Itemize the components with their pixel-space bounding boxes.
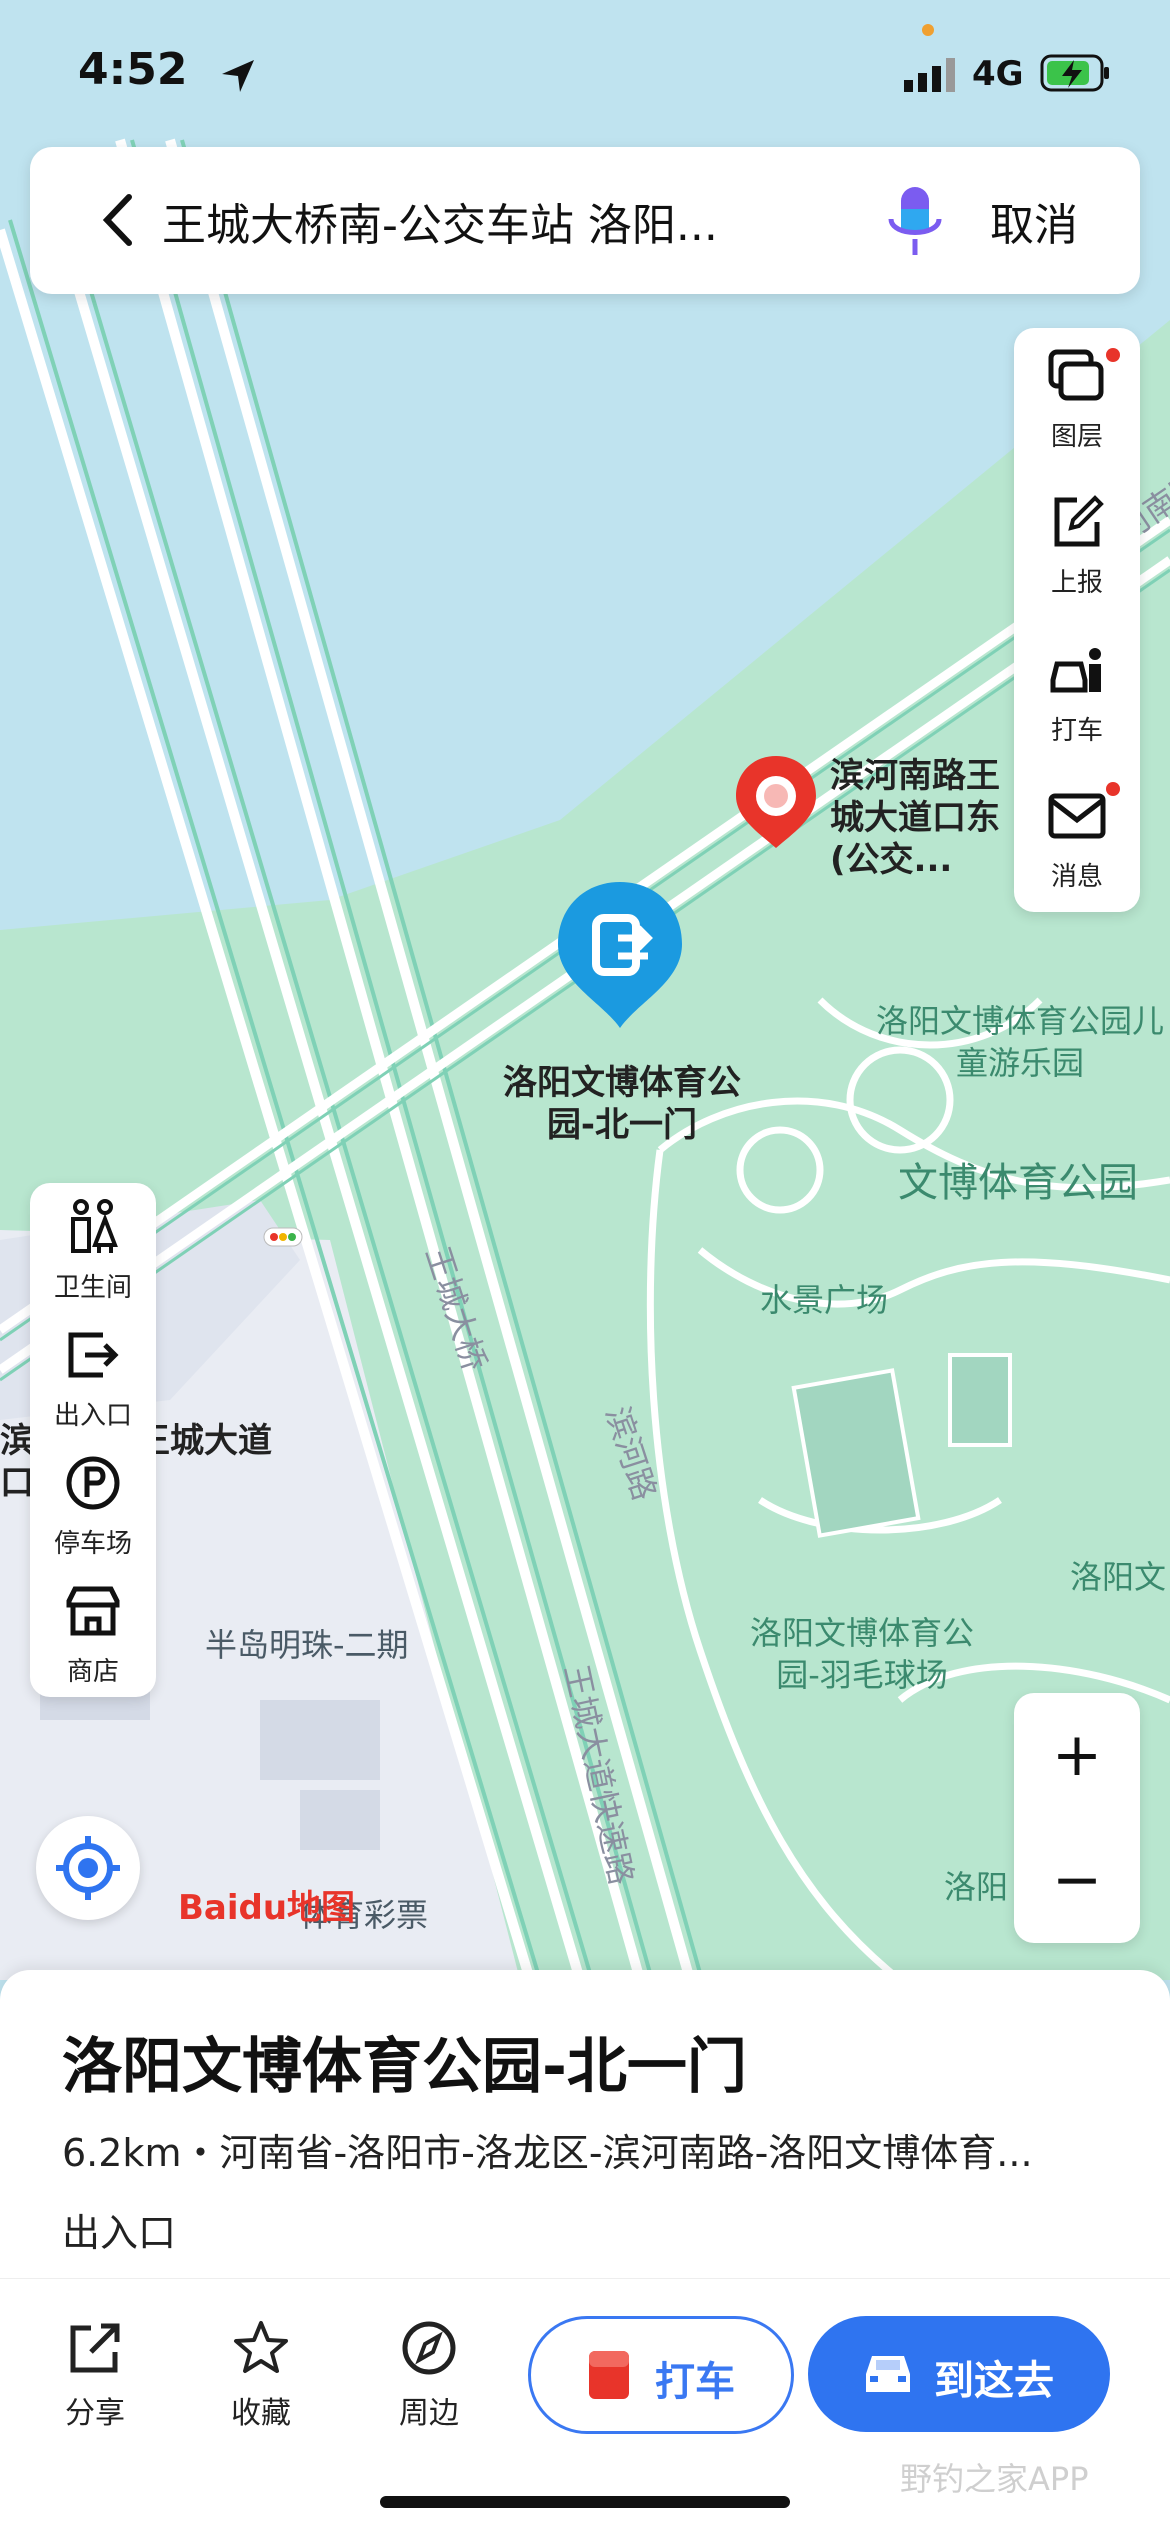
place-title: 洛阳文博体育公园-北一门 — [62, 2032, 747, 2102]
zoom-out-button[interactable]: − — [1014, 1818, 1140, 1943]
share-icon — [70, 2323, 120, 2373]
place-category: 出入口 — [62, 2211, 177, 2255]
search-bar[interactable]: 王城大桥南-公交车站 洛阳... 取消 — [30, 147, 1140, 294]
store-label: 商店 — [66, 1657, 119, 1687]
southeast-label: 洛阳 — [944, 1868, 1009, 1906]
layers-button[interactable]: 图层 — [1014, 328, 1140, 468]
signal-icon — [904, 58, 955, 92]
cancel-button[interactable]: 取消 — [990, 189, 1078, 253]
baidu-logo-text: Baidu地图 — [178, 1888, 356, 1928]
zoom-in-button[interactable]: + — [1014, 1693, 1140, 1818]
crosshair-locate-icon — [56, 1836, 120, 1900]
left-toolbar: 卫生间 出入口 停车场 商店 — [30, 1183, 156, 1697]
microphone-icon[interactable] — [885, 183, 945, 261]
taxi-button[interactable]: 打车 — [528, 2316, 794, 2434]
park-label: 文博体育公园 — [898, 1160, 1138, 1206]
restroom-label: 卫生间 — [53, 1273, 132, 1303]
nearby-button[interactable]: 周边 — [374, 2318, 484, 2432]
report-button[interactable]: 上报 — [1014, 474, 1140, 614]
red-envelope-icon — [589, 2351, 629, 2399]
restroom-button[interactable]: 卫生间 — [30, 1183, 156, 1311]
report-edit-icon — [1054, 495, 1104, 547]
exit-label: 出入口 — [53, 1401, 132, 1431]
layers-icon — [1048, 349, 1104, 401]
badminton-label: 洛阳文博体育公园-羽毛球场 — [749, 1614, 974, 1694]
water-square-label: 水景广场 — [760, 1281, 889, 1319]
parking-label: 停车场 — [53, 1529, 132, 1559]
orange-dot-indicator — [922, 24, 934, 36]
search-query[interactable]: 王城大桥南-公交车站 洛阳... — [162, 189, 842, 253]
mail-icon — [1048, 793, 1106, 839]
favorite-button[interactable]: 收藏 — [206, 2318, 316, 2432]
nearby-label: 周边 — [399, 2396, 459, 2431]
parking-icon — [66, 1456, 120, 1510]
bus-stop-east-label: 滨河南路王城大道口东(公交... — [830, 756, 1000, 880]
store-button[interactable]: 商店 — [30, 1567, 156, 1695]
selected-poi-label: 洛阳文博体育公园-北一门 — [503, 1063, 741, 1145]
favorite-label: 收藏 — [231, 2396, 291, 2431]
selected-entrance-marker-icon[interactable] — [552, 878, 688, 1038]
taxi-person-icon — [1050, 648, 1101, 693]
bus-stop-marker-icon[interactable] — [732, 752, 820, 852]
east-edge-label: 洛阳文 — [1070, 1558, 1167, 1596]
exit-button[interactable]: 出入口 — [30, 1311, 156, 1439]
exit-icon — [68, 1332, 119, 1378]
go-here-button[interactable]: 到这去 — [808, 2316, 1110, 2432]
messages-notification-dot — [1106, 782, 1120, 796]
report-label: 上报 — [1050, 568, 1103, 598]
go-here-label: 到这去 — [934, 2358, 1054, 2404]
locate-me-button[interactable] — [36, 1816, 140, 1920]
layers-notification-dot — [1106, 348, 1120, 362]
messages-label: 消息 — [1050, 862, 1103, 892]
taxi-button-label: 打车 — [655, 2359, 735, 2405]
compass-icon — [402, 2321, 456, 2375]
status-time: 4:52 — [78, 44, 188, 95]
right-toolbar: 图层 上报 打车 消息 — [1014, 328, 1140, 912]
kids-park-label: 洛阳文博体育公园儿童游乐园 — [875, 1002, 1164, 1082]
share-button[interactable]: 分享 — [40, 2318, 150, 2432]
network-type: 4G — [972, 54, 1024, 94]
home-indicator[interactable] — [380, 2496, 790, 2508]
zoom-controls: + − — [1014, 1693, 1140, 1943]
back-chevron-icon[interactable] — [85, 185, 155, 255]
share-label: 分享 — [65, 2396, 125, 2431]
location-arrow-icon — [222, 60, 254, 92]
taxi-tool-button[interactable]: 打车 — [1014, 622, 1140, 762]
car-icon — [866, 2356, 910, 2392]
place-address: 6.2km・河南省-洛阳市-洛龙区-滨河南路-洛阳文博体育... — [62, 2131, 1033, 2175]
status-bar: 4:52 4G — [0, 0, 1170, 140]
baidu-map-logo: Baidu地图 — [178, 1880, 355, 1929]
residential-label: 半岛明珠-二期 — [205, 1626, 409, 1664]
map-canvas[interactable]: 洛阳文博体育公园-北一门 滨河南路王城大道口东(公交... 滨河南路王城大道口(… — [0, 0, 1170, 1980]
star-icon — [234, 2321, 288, 2373]
messages-button[interactable]: 消息 — [1014, 768, 1140, 908]
store-icon — [66, 1586, 120, 1636]
taxi-tool-label: 打车 — [1050, 716, 1103, 746]
restroom-icon — [71, 1199, 118, 1253]
battery-charging-icon — [1040, 54, 1109, 92]
layers-label: 图层 — [1050, 422, 1103, 452]
parking-button[interactable]: 停车场 — [30, 1439, 156, 1567]
watermark-text: 野钓之家APP — [900, 2460, 1089, 2498]
